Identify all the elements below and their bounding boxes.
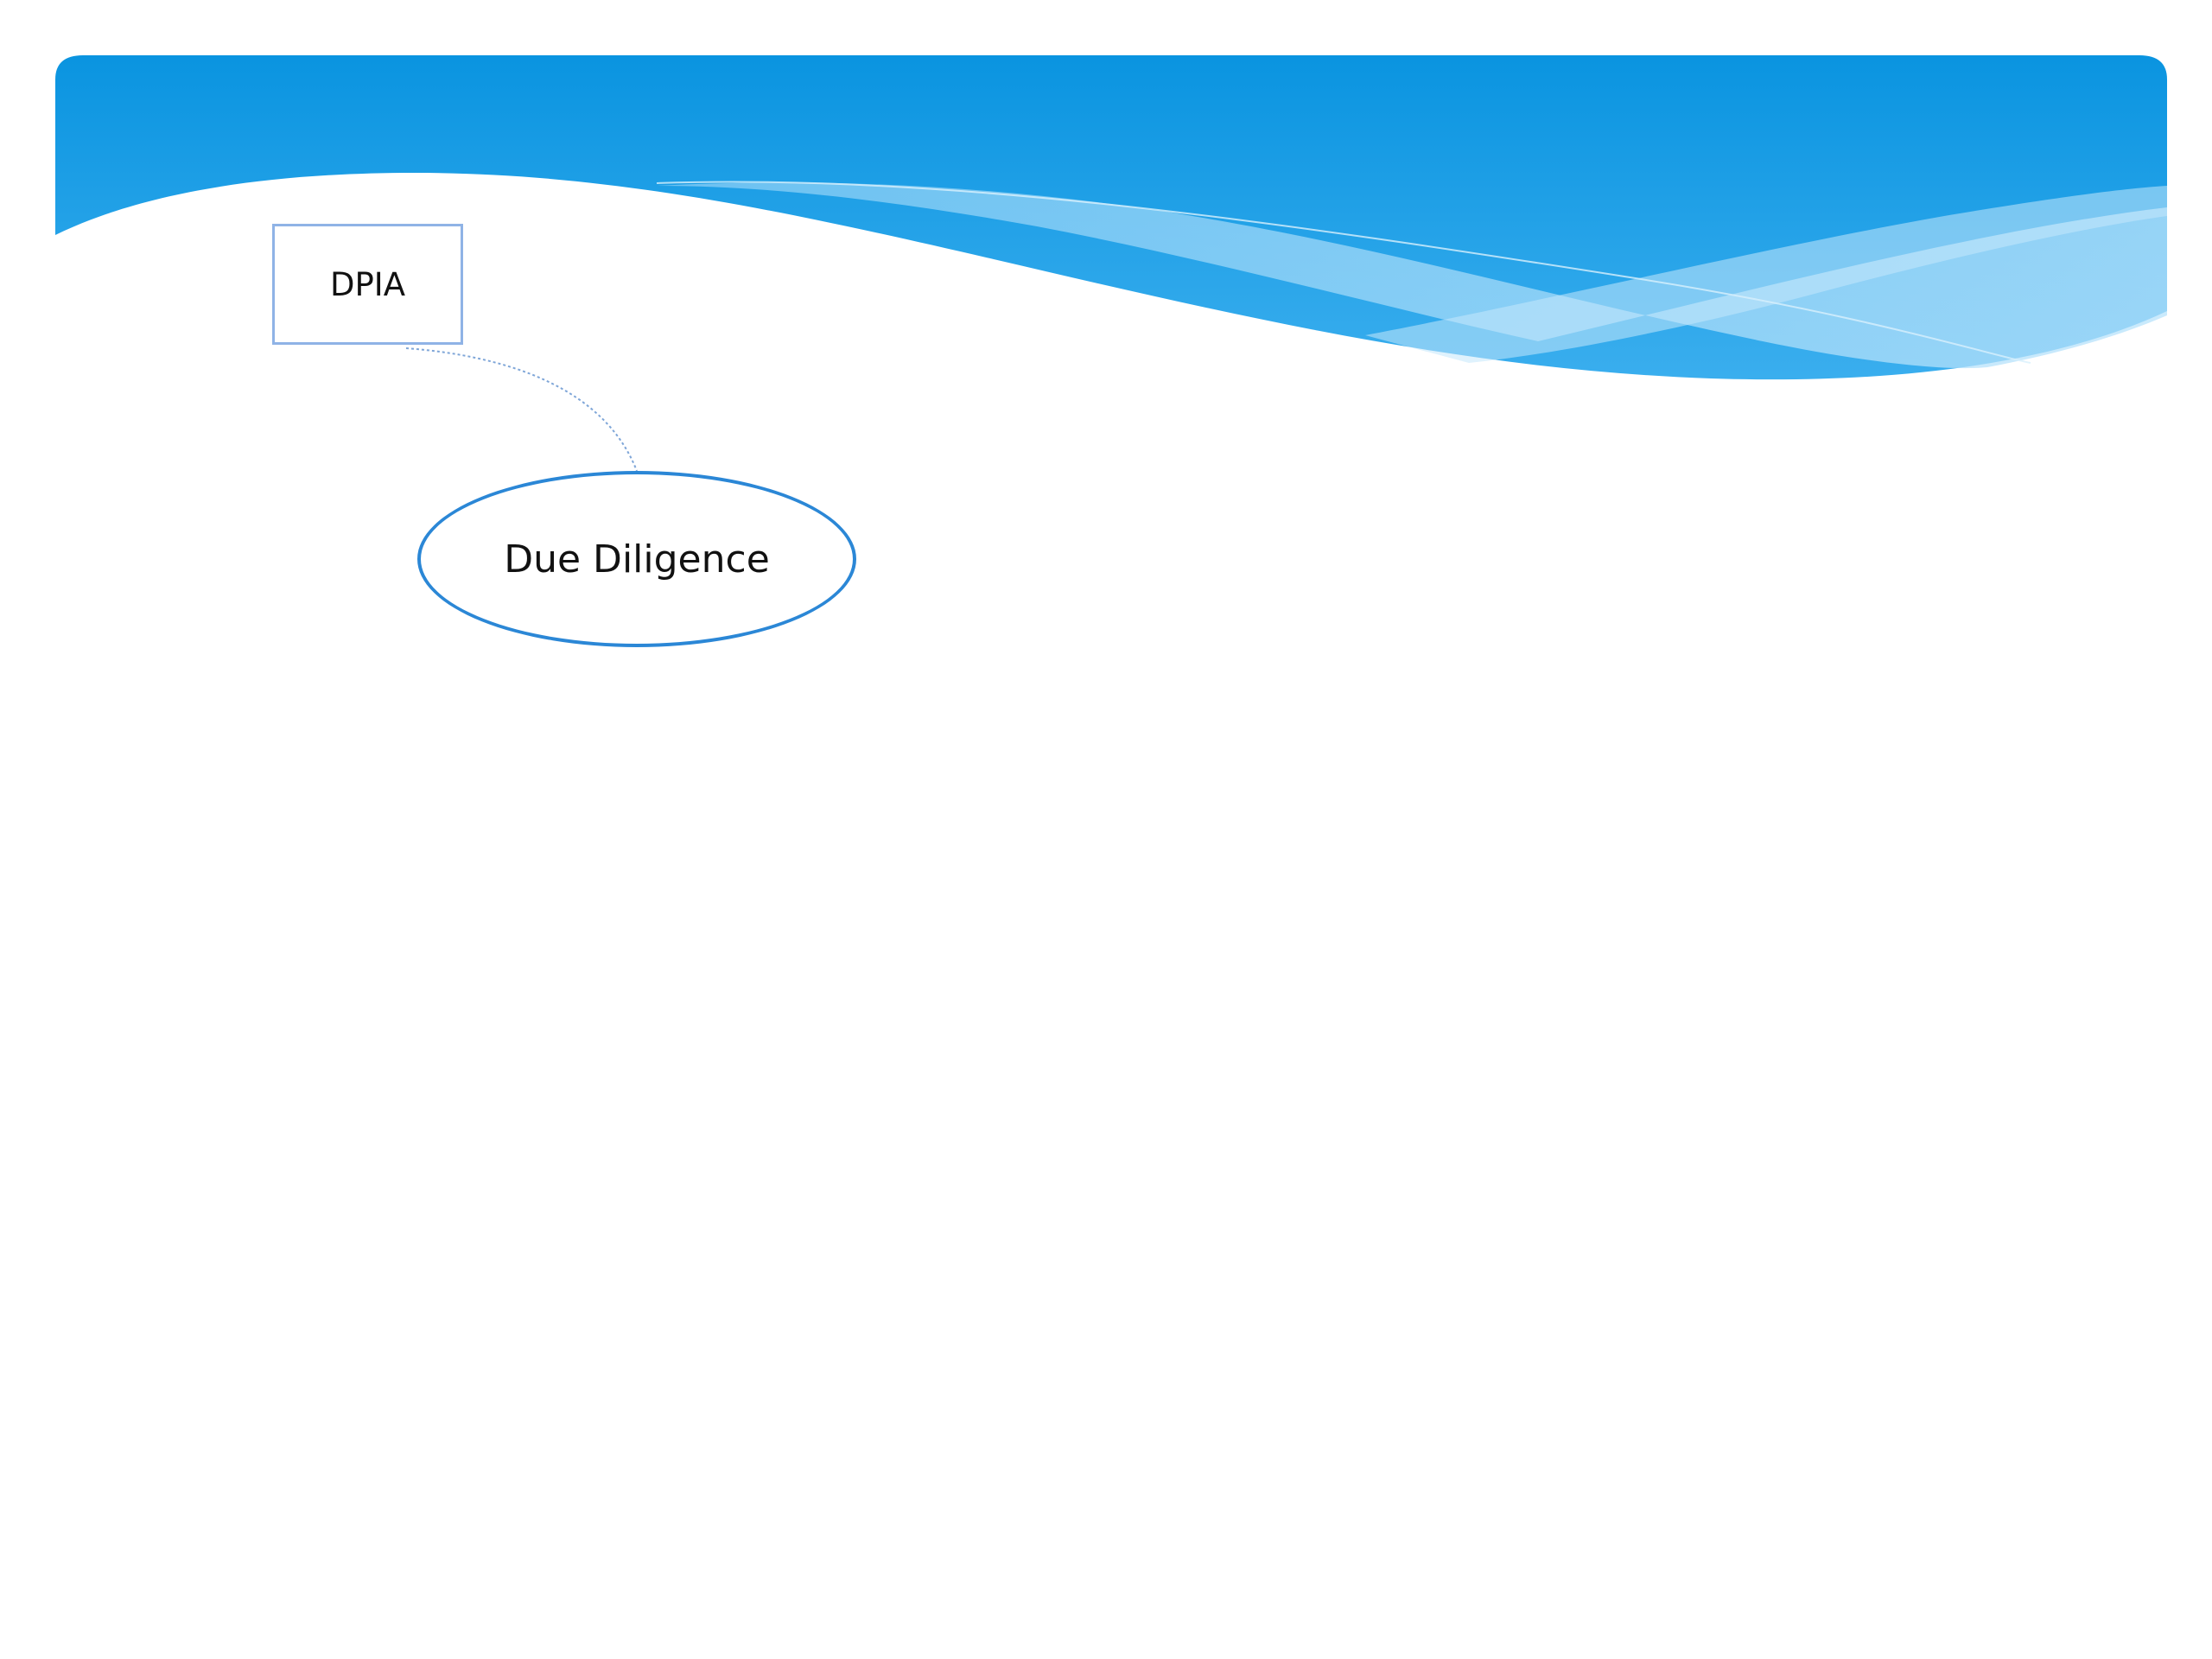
due-diligence-node-label: Due Diligence — [504, 537, 770, 582]
dpia-node[interactable]: DPIA — [272, 224, 463, 345]
due-diligence-node[interactable]: Due Diligence — [417, 471, 856, 647]
dpia-node-label: DPIA — [329, 265, 406, 303]
slide-canvas: DPIA Due Diligence — [0, 0, 2212, 1659]
